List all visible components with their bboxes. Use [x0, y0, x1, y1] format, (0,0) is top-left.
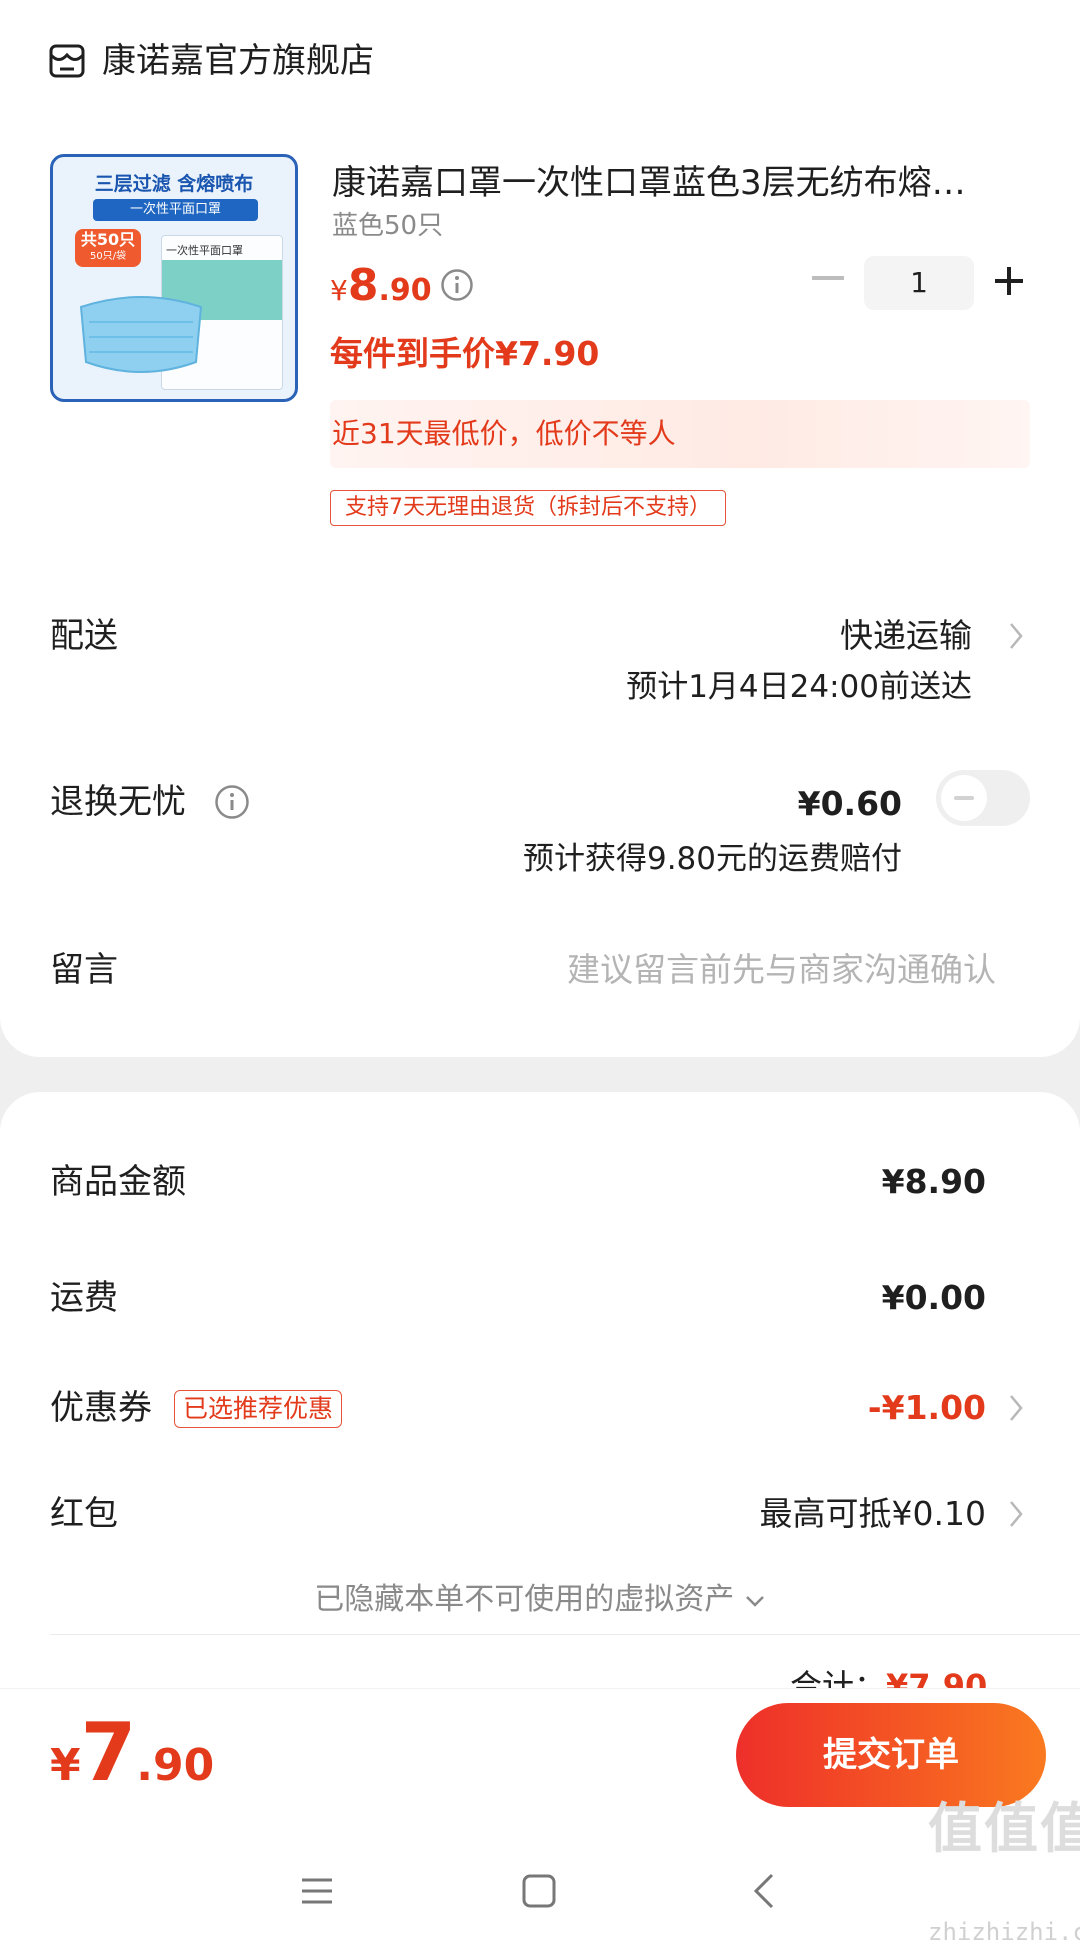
chevron-right-icon[interactable] [1006, 1392, 1026, 1424]
checkout-bar: ¥7.90 提交订单 [0, 1688, 1080, 1826]
pay-amount: ¥7.90 [50, 1705, 214, 1823]
badge-sub: 50只/袋 [89, 251, 127, 262]
chevron-right-icon[interactable] [1006, 620, 1026, 652]
price-decimal: .90 [378, 273, 432, 308]
info-icon[interactable] [440, 268, 474, 302]
chevron-right-icon[interactable] [1006, 1498, 1026, 1530]
delivery-eta: 预计1月4日24:00前送达 [626, 669, 972, 705]
shipping-value: ¥0.00 [881, 1278, 986, 1317]
quantity-decrease-button[interactable] [812, 276, 844, 280]
info-icon[interactable] [214, 784, 250, 820]
lowest-price-tag: 近31天最低价，低价不等人 [330, 400, 1030, 468]
chevron-down-icon [745, 1595, 764, 1607]
pay-decimal: .90 [136, 1740, 215, 1791]
quantity-increase-button[interactable] [992, 264, 1026, 298]
toggle-knob [941, 775, 987, 821]
package-text: 一次性平面口罩 [166, 244, 243, 257]
delivery-method[interactable]: 快递运输 [840, 612, 972, 660]
product-image-badge: 共50只 50只/袋 [75, 229, 141, 267]
shop-icon [49, 44, 85, 78]
note-input[interactable]: 建议留言前先与商家沟通确认 [567, 946, 996, 994]
coupon-label: 优惠券 [50, 1388, 152, 1428]
mask-illustration [79, 296, 203, 373]
home-icon[interactable] [522, 1874, 556, 1908]
delivery-label: 配送 [50, 616, 118, 656]
red-packet-label: 红包 [50, 1494, 118, 1534]
red-packet-value[interactable]: 最高可抵¥0.10 [760, 1490, 986, 1538]
return-policy-tag: 支持7天无理由退货（拆封后不支持） [330, 490, 726, 526]
back-icon[interactable] [752, 1872, 776, 1910]
watermark-url: zhizhizhi.com [928, 1918, 1080, 1946]
coupon-tag: 已选推荐优惠 [174, 1390, 343, 1428]
order-card: 康诺嘉官方旗舰店 三层过滤 含熔喷布 一次性平面口罩 一次性平面口罩 共50只 … [0, 0, 1080, 1057]
product-image-band: 一次性平面口罩 [93, 199, 258, 221]
hidden-assets-toggle[interactable]: 已隐藏本单不可使用的虚拟资产 [0, 1576, 1080, 1624]
coupon-value[interactable]: -¥1.00 [868, 1384, 986, 1432]
product-title[interactable]: 康诺嘉口罩一次性口罩蓝色3层无纺布熔… [332, 160, 966, 206]
worry-free-toggle[interactable] [936, 770, 1030, 826]
pay-currency: ¥ [50, 1740, 81, 1791]
price-integer: 8 [347, 260, 379, 311]
product-spec[interactable]: 蓝色50只 [332, 208, 443, 244]
quantity-input[interactable]: 1 [864, 256, 974, 310]
product-image-headline: 三层过滤 含熔喷布 [94, 173, 254, 195]
hidden-assets-text: 已隐藏本单不可使用的虚拟资产 [314, 1582, 735, 1617]
price-currency: ¥ [330, 274, 348, 307]
product-image[interactable]: 三层过滤 含熔喷布 一次性平面口罩 一次性平面口罩 共50只 50只/袋 [50, 154, 298, 402]
worry-free-label: 退换无忧 [50, 782, 186, 822]
system-nav-bar [0, 1826, 1080, 1956]
product-price: ¥8.90 [330, 258, 432, 323]
goods-amount-value: ¥8.90 [881, 1162, 986, 1201]
note-label: 留言 [50, 950, 118, 990]
shop-name[interactable]: 康诺嘉官方旗舰店 [102, 36, 374, 86]
worry-free-price: ¥0.60 [797, 784, 902, 823]
divider [50, 1634, 1080, 1635]
shipping-label: 运费 [50, 1278, 118, 1318]
worry-free-sub: 预计获得9.80元的运费赔付 [522, 841, 902, 877]
goods-amount-label: 商品金额 [50, 1162, 186, 1202]
menu-icon[interactable] [300, 1876, 334, 1906]
final-price: 每件到手价¥7.90 [330, 334, 600, 373]
watermark-logo: 值值值 [928, 1797, 1080, 1860]
badge-main: 共50只 [80, 230, 136, 249]
pay-integer: 7 [80, 1706, 137, 1799]
